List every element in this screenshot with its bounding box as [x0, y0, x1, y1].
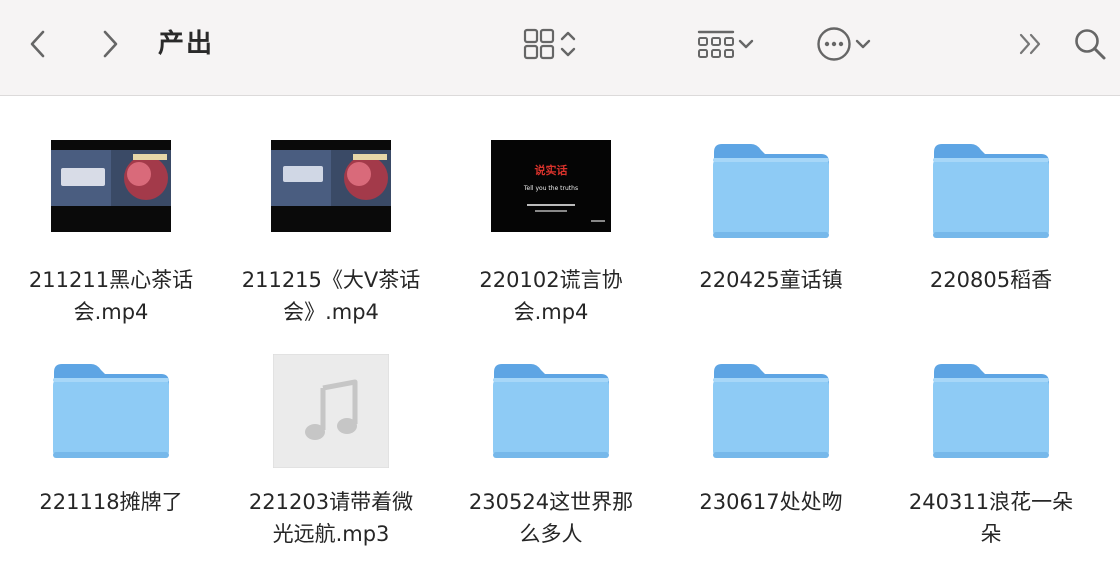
folder-icon [493, 364, 609, 458]
up-down-chevron-icon [560, 31, 576, 57]
folder-name: 221118摊牌了 [39, 490, 183, 514]
folder-name: 230524这世界那 么多人 [468, 490, 634, 546]
file-grid: 211211黑心茶话 会.mp4 211215《大Ⅴ茶话 会》.mp4 说实话 … [0, 96, 1120, 574]
svg-text:说实话: 说实话 [535, 163, 568, 177]
music-file-icon [273, 354, 389, 468]
folder-name: 230617处处吻 [699, 490, 843, 514]
action-menu-button[interactable] [806, 24, 882, 64]
file-item[interactable]: 221203请带着微 光远航.mp3 [221, 352, 441, 574]
file-name: 221203请带着微 光远航.mp3 [248, 490, 414, 546]
folder-icon [53, 364, 169, 458]
ellipsis-circle-icon [817, 27, 851, 61]
window-title: 产出 [158, 29, 215, 59]
view-mode-button[interactable] [512, 24, 588, 64]
chevron-left-icon [30, 30, 45, 58]
grid-view-icon [523, 28, 555, 60]
file-item[interactable]: 211215《大Ⅴ茶话 会》.mp4 [221, 96, 441, 336]
double-chevron-icon [1019, 33, 1041, 55]
folder-icon [933, 144, 1049, 238]
folder-icon [713, 364, 829, 458]
folder-icon [713, 144, 829, 238]
overflow-button[interactable] [1010, 24, 1050, 64]
file-name: 211211黑心茶话 会.mp4 [28, 268, 194, 324]
group-by-icon [697, 30, 735, 58]
video-thumbnail [51, 140, 171, 232]
folder-name: 220425童话镇 [699, 268, 843, 292]
file-name: 211215《大Ⅴ茶话 会》.mp4 [241, 268, 421, 324]
chevron-down-icon [855, 39, 871, 49]
video-thumbnail: 说实话 Tell you the truths [491, 140, 611, 232]
chevron-right-icon [103, 30, 118, 58]
toolbar: 产出 [0, 0, 1120, 96]
forward-button[interactable] [92, 24, 128, 64]
file-item[interactable]: 说实话 Tell you the truths 220102谎言协 会.mp4 [441, 96, 661, 336]
folder-item[interactable]: 220805稻香 [881, 96, 1101, 336]
group-by-button[interactable] [688, 24, 764, 64]
folder-item[interactable]: 240311浪花一朵 朵 [881, 352, 1101, 574]
video-thumbnail [271, 140, 391, 232]
back-button[interactable] [20, 24, 56, 64]
folder-icon [933, 364, 1049, 458]
folder-item[interactable]: 230524这世界那 么多人 [441, 352, 661, 574]
file-item[interactable]: 211211黑心茶话 会.mp4 [1, 96, 221, 336]
svg-text:Tell you the truths: Tell you the truths [523, 185, 578, 192]
search-button[interactable] [1068, 22, 1112, 66]
file-name: 220102谎言协 会.mp4 [479, 268, 623, 324]
folder-name: 220805稻香 [929, 268, 1053, 292]
search-icon [1075, 29, 1106, 60]
folder-item[interactable]: 221118摊牌了 [1, 352, 221, 574]
folder-name: 240311浪花一朵 朵 [908, 490, 1074, 546]
folder-item[interactable]: 220425童话镇 [661, 96, 881, 336]
chevron-down-icon [738, 39, 754, 49]
folder-item[interactable]: 230617处处吻 [661, 352, 881, 574]
